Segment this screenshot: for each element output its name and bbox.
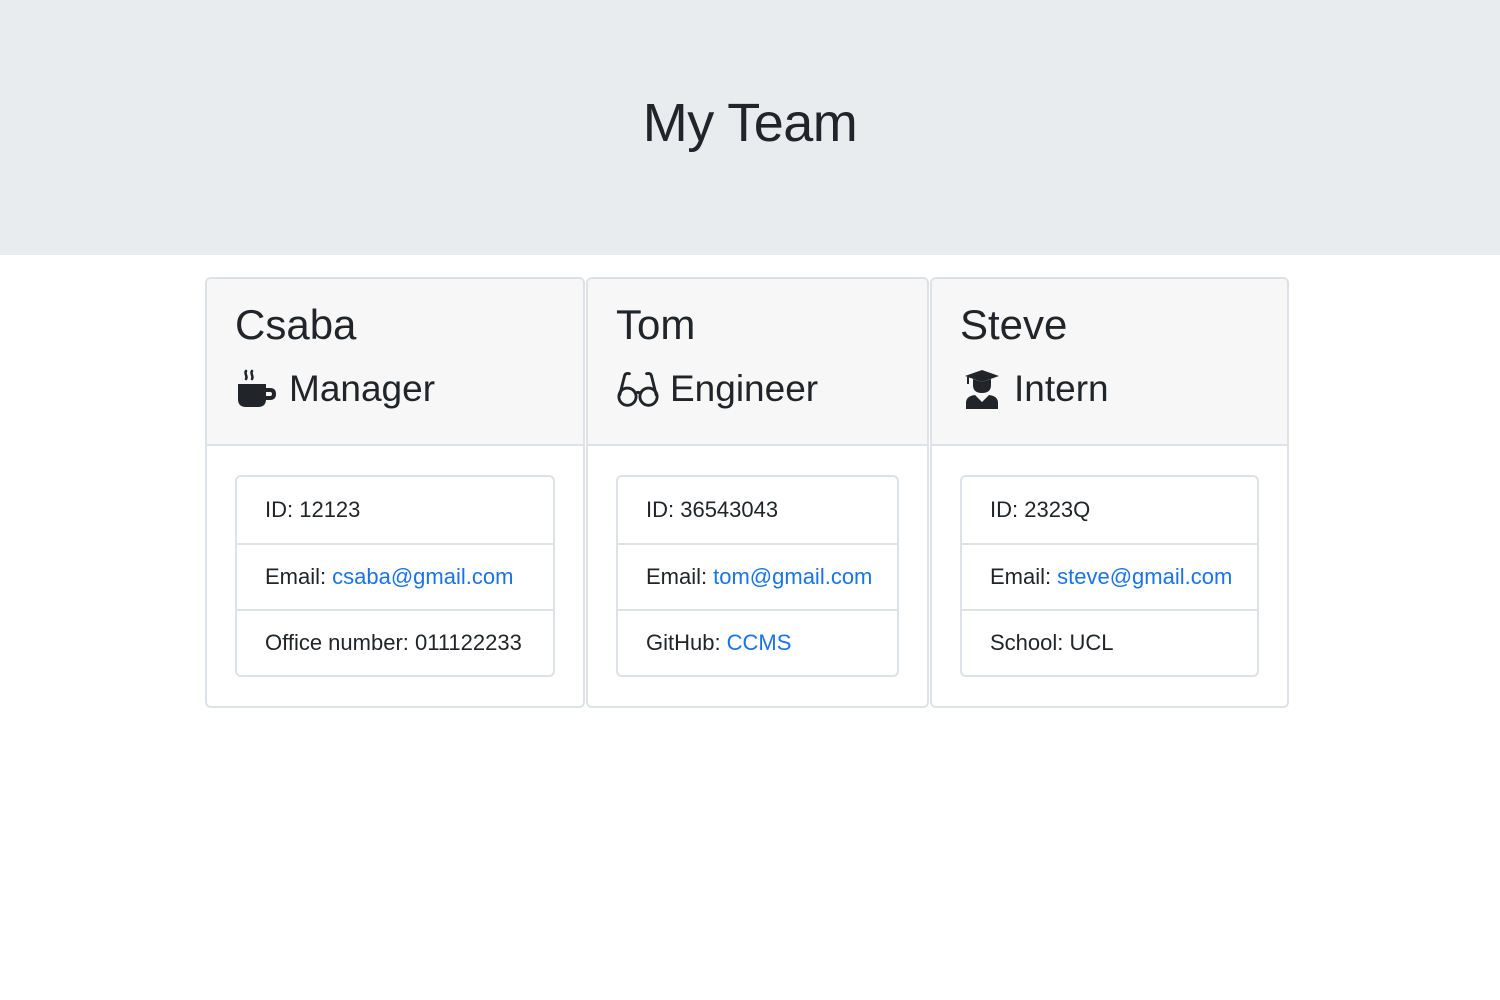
mug-icon [235,367,279,411]
email-link[interactable]: csaba@gmail.com [332,564,513,590]
list-item-email: Email: csaba@gmail.com [237,543,553,609]
member-role: Intern [960,367,1109,411]
role-label: Manager [289,368,436,409]
id-text: ID: 2323Q [990,497,1091,522]
team-card-manager: Csaba Manager ID: 12123 Email: csaba@gma… [205,277,585,708]
member-role: Engineer [616,367,818,411]
email-label: Email: [990,564,1052,589]
github-label: GitHub: [646,630,721,655]
team-card-engineer: Tom Engineer ID: 36543043 Email: tom@gma… [586,277,929,708]
member-name: Steve [960,301,1068,348]
list-item-github: GitHub: CCMS [618,609,897,675]
member-name: Tom [616,301,696,348]
id-text: ID: 12123 [265,497,361,522]
member-details: ID: 36543043 Email: tom@gmail.com GitHub… [616,475,899,677]
graduate-icon [960,367,1004,411]
page-title: My Team [642,93,858,153]
member-details: ID: 2323Q Email: steve@gmail.com School:… [960,475,1259,677]
card-header: Steve Intern [932,279,1287,446]
role-label: Intern [1014,368,1109,409]
list-item-email: Email: tom@gmail.com [618,543,897,609]
email-label: Email: [265,564,327,589]
email-link[interactable]: tom@gmail.com [713,564,872,590]
team-card-intern: Steve Intern ID: 2323Q Email: steve@gmai… [930,277,1289,708]
member-role: Manager [235,367,435,411]
list-item-id: ID: 2323Q [962,477,1257,543]
list-item-id: ID: 36543043 [618,477,897,543]
list-item-office: Office number: 011122233 [237,609,553,675]
glasses-icon [616,367,660,411]
list-item-school: School: UCL [962,609,1257,675]
school-text: School: UCL [990,630,1114,655]
card-header: Csaba Manager [207,279,583,446]
id-text: ID: 36543043 [646,497,779,522]
card-header: Tom Engineer [588,279,927,446]
office-number-text: Office number: 011122233 [265,630,522,655]
email-link[interactable]: steve@gmail.com [1057,564,1232,590]
member-name: Csaba [235,301,357,348]
role-label: Engineer [670,368,819,409]
list-item-email: Email: steve@gmail.com [962,543,1257,609]
github-link[interactable]: CCMS [727,630,792,656]
page-header: My Team [0,0,1500,255]
list-item-id: ID: 12123 [237,477,553,543]
email-label: Email: [646,564,708,589]
member-details: ID: 12123 Email: csaba@gmail.com Office … [235,475,555,677]
